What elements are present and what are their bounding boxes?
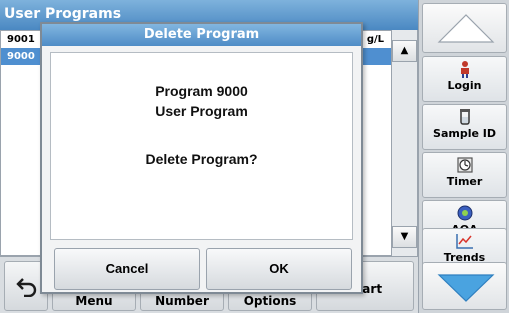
dialog-body: Program 9000 User Program Delete Program… bbox=[50, 52, 353, 240]
list-item-number: 9001 bbox=[7, 34, 35, 45]
trends-chart-icon bbox=[423, 229, 506, 251]
list-scrollbar[interactable]: ▲ ▼ bbox=[391, 30, 418, 256]
timer-button[interactable]: Timer bbox=[422, 152, 507, 198]
timer-icon bbox=[423, 153, 506, 175]
delete-confirm-question: Delete Program? bbox=[145, 151, 258, 167]
scroll-up-button[interactable]: ▲ bbox=[392, 40, 417, 62]
scroll-down-button[interactable]: ▼ bbox=[392, 226, 417, 248]
sample-id-button[interactable]: Sample ID bbox=[422, 104, 507, 150]
options-button-label: Options bbox=[243, 294, 297, 308]
number-button-label: Number bbox=[155, 294, 209, 308]
nav-up-button[interactable] bbox=[422, 3, 507, 53]
aqa-icon bbox=[423, 201, 506, 223]
timer-label: Timer bbox=[446, 175, 483, 188]
delete-program-dialog: Delete Program Program 9000 User Program… bbox=[40, 22, 363, 294]
menu-button-label: Menu bbox=[75, 294, 113, 308]
list-item-number: 9000 bbox=[7, 51, 35, 62]
sample-id-label: Sample ID bbox=[433, 127, 496, 140]
sample-vial-icon bbox=[423, 105, 506, 127]
list-item-unit: g/L bbox=[366, 34, 384, 45]
triangle-down-icon: ▼ bbox=[400, 231, 409, 242]
triangle-up-icon: ▲ bbox=[400, 45, 409, 56]
nav-down-button[interactable] bbox=[422, 262, 507, 310]
ok-button[interactable]: OK bbox=[206, 248, 352, 290]
arrow-down-icon bbox=[437, 274, 495, 302]
program-type-text: User Program bbox=[155, 103, 248, 119]
login-button[interactable]: Login bbox=[422, 56, 507, 102]
arrow-up-icon bbox=[437, 14, 495, 43]
screen-title-text: User Programs bbox=[4, 6, 122, 22]
dialog-title: Delete Program bbox=[42, 24, 361, 46]
login-label: Login bbox=[447, 79, 482, 92]
program-number-text: Program 9000 bbox=[155, 83, 248, 99]
right-sidebar: Login Sample ID Timer Trends bbox=[418, 0, 509, 313]
cancel-button[interactable]: Cancel bbox=[54, 248, 200, 290]
back-arrow-icon bbox=[16, 278, 37, 297]
person-icon bbox=[423, 57, 506, 79]
